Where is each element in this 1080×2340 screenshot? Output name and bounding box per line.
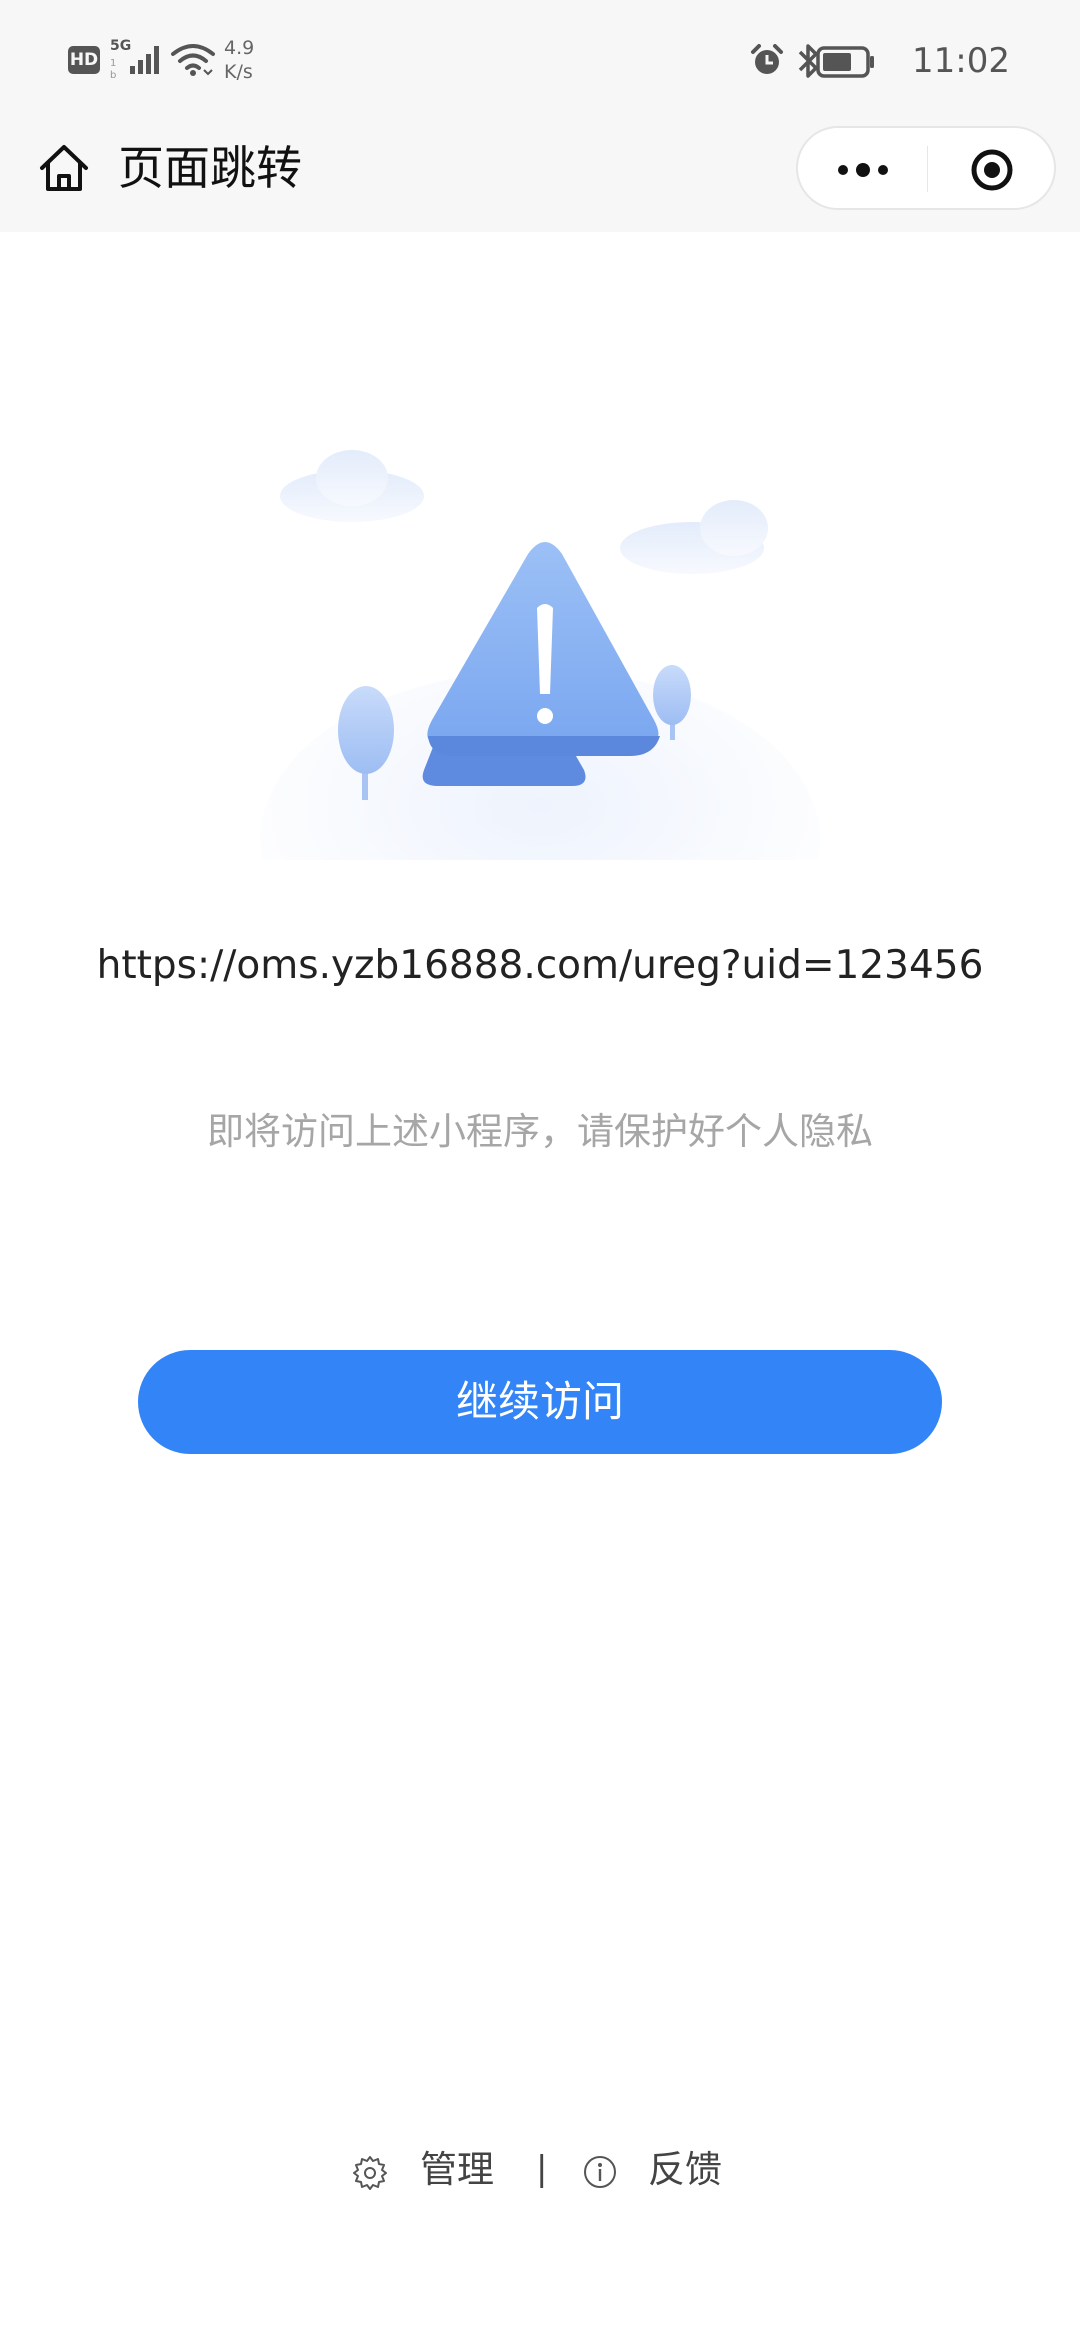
- clock: 11:02: [912, 41, 1010, 81]
- home-icon[interactable]: [36, 140, 92, 196]
- footer: 管理 | 反馈: [0, 2140, 1080, 2200]
- manage-label: 管理: [420, 2148, 494, 2191]
- info-icon: [584, 2156, 616, 2188]
- capsule-menu: [796, 126, 1056, 210]
- target-icon: [971, 149, 1013, 191]
- signal-icon: [130, 46, 159, 74]
- feedback-label: 反馈: [648, 2148, 722, 2191]
- alarm-icon: [751, 44, 783, 74]
- wifi-icon: [171, 44, 215, 76]
- continue-button[interactable]: 继续访问: [138, 1350, 942, 1454]
- warning-icon: [427, 542, 660, 756]
- status-bar: HD 5G 1 b 4.9 K/s 11:02: [0, 0, 1080, 126]
- cloud-right: [620, 500, 768, 574]
- target-url: https://oms.yzb16888.com/ureg?uid=123456: [96, 943, 984, 988]
- gear-icon: [353, 2156, 387, 2190]
- more-button[interactable]: [798, 128, 926, 208]
- page-title: 页面跳转: [118, 141, 302, 195]
- footer-separator: |: [536, 2149, 548, 2189]
- battery-icon: [816, 46, 874, 78]
- nav-bar: 页面跳转: [0, 126, 1080, 232]
- privacy-hint: 即将访问上述小程序，请保护好个人隐私: [207, 1110, 873, 1153]
- network-sub: 1 b: [110, 58, 117, 81]
- speed-unit: K/s: [224, 61, 253, 83]
- network-speed: 4.9 K/s: [224, 36, 284, 84]
- speed-value: 4.9: [224, 37, 255, 59]
- hd-badge: HD: [68, 46, 100, 74]
- warning-illustration: [250, 450, 830, 910]
- close-button[interactable]: [928, 128, 1054, 208]
- cloud-left: [280, 450, 424, 522]
